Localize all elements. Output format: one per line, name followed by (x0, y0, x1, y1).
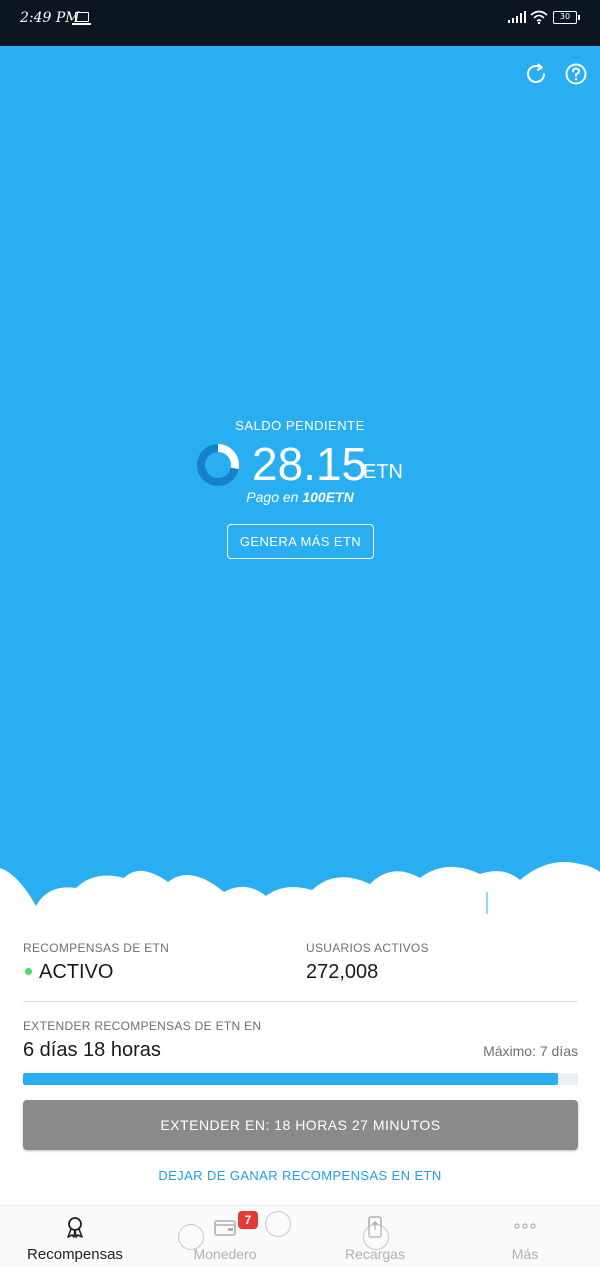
payout-progress-ring (197, 444, 239, 486)
divider (23, 1001, 578, 1002)
touch-indicator (265, 1211, 291, 1237)
earn-more-button[interactable]: GENERA MÁS ETN (227, 524, 374, 559)
extend-button[interactable]: EXTENDER EN: 18 HORAS 27 MINUTOS (23, 1100, 578, 1150)
nav-label: Monedero (193, 1246, 257, 1262)
nav-label: Recompensas (27, 1246, 123, 1263)
nav-item-recompensas[interactable]: Recompensas (0, 1206, 150, 1267)
help-icon[interactable] (564, 62, 588, 86)
nav-item-mas[interactable]: Más (450, 1206, 600, 1267)
extend-time-value: 6 días 18 horas (23, 1039, 161, 1061)
status-bar: 2:49 PM 30 (0, 0, 600, 46)
payout-prefix: Pago en (246, 489, 299, 505)
battery-icon: 30 (553, 11, 580, 24)
wifi-icon (530, 10, 548, 24)
clouds-decoration (0, 862, 600, 916)
balance-value: 28.15 (252, 438, 368, 490)
payout-amount: 100ETN (302, 489, 354, 505)
rewards-status: ACTIVO (39, 961, 114, 983)
nav-label: Más (511, 1246, 539, 1262)
balance-label: SALDO PENDIENTE (235, 418, 365, 433)
touch-indicator (363, 1224, 389, 1250)
balance-row: 28.15 ETN (194, 439, 414, 491)
max-duration-label: Máximo: 7 días (483, 1043, 578, 1059)
active-users-value: 272,008 (306, 961, 379, 983)
ribbon-icon (67, 1217, 83, 1238)
notification-badge: 7 (238, 1211, 258, 1229)
extend-progress-fill (23, 1073, 559, 1085)
extend-progress-bar (23, 1073, 578, 1085)
stop-rewards-link[interactable]: DEJAR DE GANAR RECOMPENSAS EN ETN (0, 1168, 600, 1183)
more-dots-icon (514, 1223, 536, 1229)
signal-icon (508, 11, 526, 23)
payout-threshold: Pago en 100ETN (0, 489, 600, 505)
balance-hero: SALDO PENDIENTE 28.15 ETN Pago en 100ETN… (0, 46, 600, 916)
balance-unit: ETN (363, 461, 403, 483)
rewards-label: RECOMPENSAS DE ETN (23, 941, 170, 955)
active-users-label: USUARIOS ACTIVOS (306, 941, 429, 955)
bottom-nav: Recompensas 7 Monedero Recargas Más (0, 1205, 600, 1267)
refresh-icon[interactable] (524, 62, 548, 86)
touch-indicator (178, 1224, 204, 1250)
extend-label: EXTENDER RECOMPENSAS DE ETN EN (23, 1019, 262, 1033)
active-status-dot (25, 968, 32, 975)
status-time: 2:49 PM (20, 10, 80, 26)
laptop-icon (72, 12, 91, 25)
wallet-icon (214, 1220, 236, 1236)
